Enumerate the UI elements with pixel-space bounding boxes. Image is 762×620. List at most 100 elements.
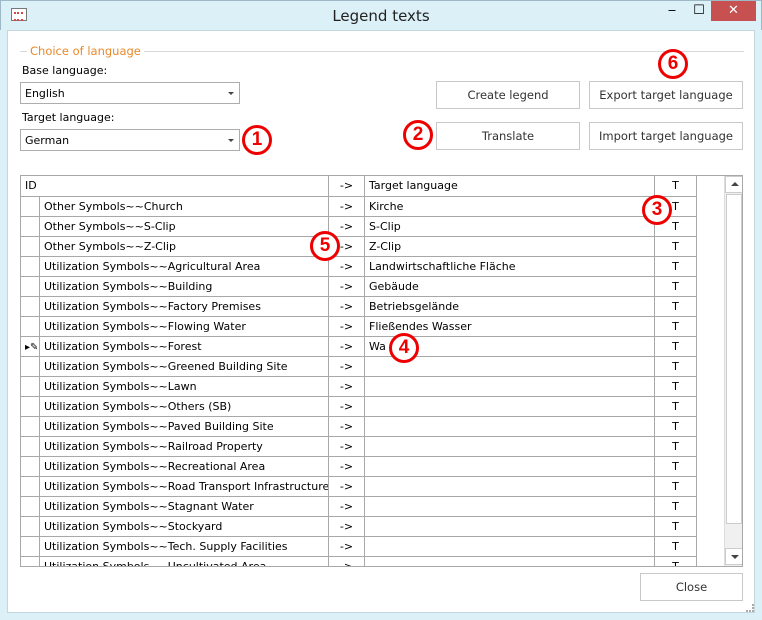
arrow-cell[interactable]: -> [329, 437, 365, 457]
id-cell[interactable]: Utilization Symbols~~Agricultural Area [40, 257, 329, 277]
arrow-cell[interactable]: -> [329, 317, 365, 337]
id-cell[interactable]: Utilization Symbols~~Road Transport Infr… [40, 477, 329, 497]
header-target-language[interactable]: Target language [365, 176, 655, 196]
row-header[interactable] [21, 357, 40, 377]
table-row[interactable]: Utilization Symbols~~Uncultivated Area -… [21, 557, 697, 566]
row-header[interactable] [21, 277, 40, 297]
import-target-language-button[interactable]: Import target language [589, 122, 743, 150]
id-cell[interactable]: Utilization Symbols~~Uncultivated Area [40, 557, 329, 566]
table-row[interactable]: Utilization Symbols~~Flowing Water -> Fl… [21, 317, 697, 337]
table-row[interactable]: Utilization Symbols~~Tech. Supply Facili… [21, 537, 697, 557]
translate-button[interactable]: Translate [436, 122, 580, 150]
row-header[interactable] [21, 397, 40, 417]
resize-grip-icon[interactable] [746, 604, 754, 612]
target-language-cell[interactable] [365, 457, 655, 477]
arrow-cell[interactable]: -> [329, 357, 365, 377]
id-cell[interactable]: Other Symbols~~Z-Clip [40, 237, 329, 257]
table-row[interactable]: Utilization Symbols~~Factory Premises ->… [21, 297, 697, 317]
id-cell[interactable]: Utilization Symbols~~Stagnant Water [40, 497, 329, 517]
target-language-cell[interactable] [365, 417, 655, 437]
target-language-cell[interactable] [365, 437, 655, 457]
row-header[interactable] [21, 297, 40, 317]
close-button[interactable]: Close [640, 573, 743, 601]
t-cell[interactable]: T [655, 337, 697, 357]
t-cell[interactable]: T [655, 537, 697, 557]
table-row[interactable]: Other Symbols~~Z-Clip -> Z-Clip T [21, 237, 697, 257]
id-cell[interactable]: Other Symbols~~Church [40, 197, 329, 217]
table-row[interactable]: Utilization Symbols~~Paved Building Site… [21, 417, 697, 437]
row-header[interactable] [21, 557, 40, 566]
target-language-select[interactable]: German [20, 129, 240, 151]
row-header[interactable] [21, 517, 40, 537]
arrow-cell[interactable]: -> [329, 477, 365, 497]
row-header[interactable] [21, 317, 40, 337]
t-cell[interactable]: T [655, 437, 697, 457]
id-cell[interactable]: Utilization Symbols~~Others (SB) [40, 397, 329, 417]
id-cell[interactable]: Utilization Symbols~~Flowing Water [40, 317, 329, 337]
id-cell[interactable]: Utilization Symbols~~Greened Building Si… [40, 357, 329, 377]
arrow-cell[interactable]: -> [329, 337, 365, 357]
minimize-button[interactable]: ‒ [659, 1, 685, 21]
t-cell[interactable]: T [655, 237, 697, 257]
id-cell[interactable]: Other Symbols~~S-Clip [40, 217, 329, 237]
create-legend-button[interactable]: Create legend [436, 81, 580, 109]
table-row[interactable]: ▸✎ Utilization Symbols~~Forest -> Wa T [21, 337, 697, 357]
table-row[interactable]: Utilization Symbols~~Greened Building Si… [21, 357, 697, 377]
arrow-cell[interactable]: -> [329, 517, 365, 537]
target-language-cell[interactable] [365, 477, 655, 497]
t-cell[interactable]: T [655, 317, 697, 337]
target-language-cell[interactable] [365, 377, 655, 397]
arrow-cell[interactable]: -> [329, 257, 365, 277]
vertical-scrollbar[interactable] [724, 176, 742, 566]
table-row[interactable]: Utilization Symbols~~Building -> Gebäude… [21, 277, 697, 297]
arrow-cell[interactable]: -> [329, 537, 365, 557]
scrollbar-thumb[interactable] [726, 194, 742, 524]
t-cell[interactable]: T [655, 277, 697, 297]
target-language-cell[interactable] [365, 497, 655, 517]
row-header[interactable] [21, 197, 40, 217]
t-cell[interactable]: T [655, 357, 697, 377]
arrow-cell[interactable]: -> [329, 557, 365, 566]
row-header[interactable] [21, 477, 40, 497]
t-cell[interactable]: T [655, 377, 697, 397]
t-cell[interactable]: T [655, 257, 697, 277]
arrow-cell[interactable]: -> [329, 197, 365, 217]
table-row[interactable]: Utilization Symbols~~Agricultural Area -… [21, 257, 697, 277]
target-language-cell[interactable]: Gebäude [365, 277, 655, 297]
id-cell[interactable]: Utilization Symbols~~Forest [40, 337, 329, 357]
row-header[interactable]: ▸✎ [21, 337, 40, 357]
export-target-language-button[interactable]: Export target language [589, 81, 743, 109]
arrow-cell[interactable]: -> [329, 377, 365, 397]
row-header[interactable] [21, 537, 40, 557]
table-row[interactable]: Utilization Symbols~~Stockyard -> T [21, 517, 697, 537]
row-header[interactable] [21, 237, 40, 257]
id-cell[interactable]: Utilization Symbols~~Factory Premises [40, 297, 329, 317]
t-cell[interactable]: T [655, 417, 697, 437]
target-language-cell[interactable] [365, 517, 655, 537]
header-arrow[interactable]: -> [329, 176, 365, 196]
t-cell[interactable]: T [655, 477, 697, 497]
close-window-button[interactable]: ✕ [711, 1, 756, 21]
row-header[interactable] [21, 257, 40, 277]
table-row[interactable]: Utilization Symbols~~Recreational Area -… [21, 457, 697, 477]
table-row[interactable]: Other Symbols~~S-Clip -> S-Clip T [21, 217, 697, 237]
arrow-cell[interactable]: -> [329, 397, 365, 417]
id-cell[interactable]: Utilization Symbols~~Lawn [40, 377, 329, 397]
id-cell[interactable]: Utilization Symbols~~Tech. Supply Facili… [40, 537, 329, 557]
target-language-cell[interactable] [365, 397, 655, 417]
row-header[interactable] [21, 457, 40, 477]
t-cell[interactable]: T [655, 457, 697, 477]
id-cell[interactable]: Utilization Symbols~~Stockyard [40, 517, 329, 537]
arrow-cell[interactable]: -> [329, 417, 365, 437]
target-language-cell[interactable] [365, 537, 655, 557]
target-language-cell[interactable] [365, 557, 655, 566]
maximize-button[interactable]: ☐ [685, 1, 713, 21]
id-cell[interactable]: Utilization Symbols~~Recreational Area [40, 457, 329, 477]
header-id[interactable]: ID [21, 176, 329, 196]
t-cell[interactable]: T [655, 297, 697, 317]
row-header[interactable] [21, 497, 40, 517]
row-header[interactable] [21, 437, 40, 457]
table-row[interactable]: Utilization Symbols~~Others (SB) -> T [21, 397, 697, 417]
row-header[interactable] [21, 417, 40, 437]
header-t[interactable]: T [655, 176, 697, 196]
